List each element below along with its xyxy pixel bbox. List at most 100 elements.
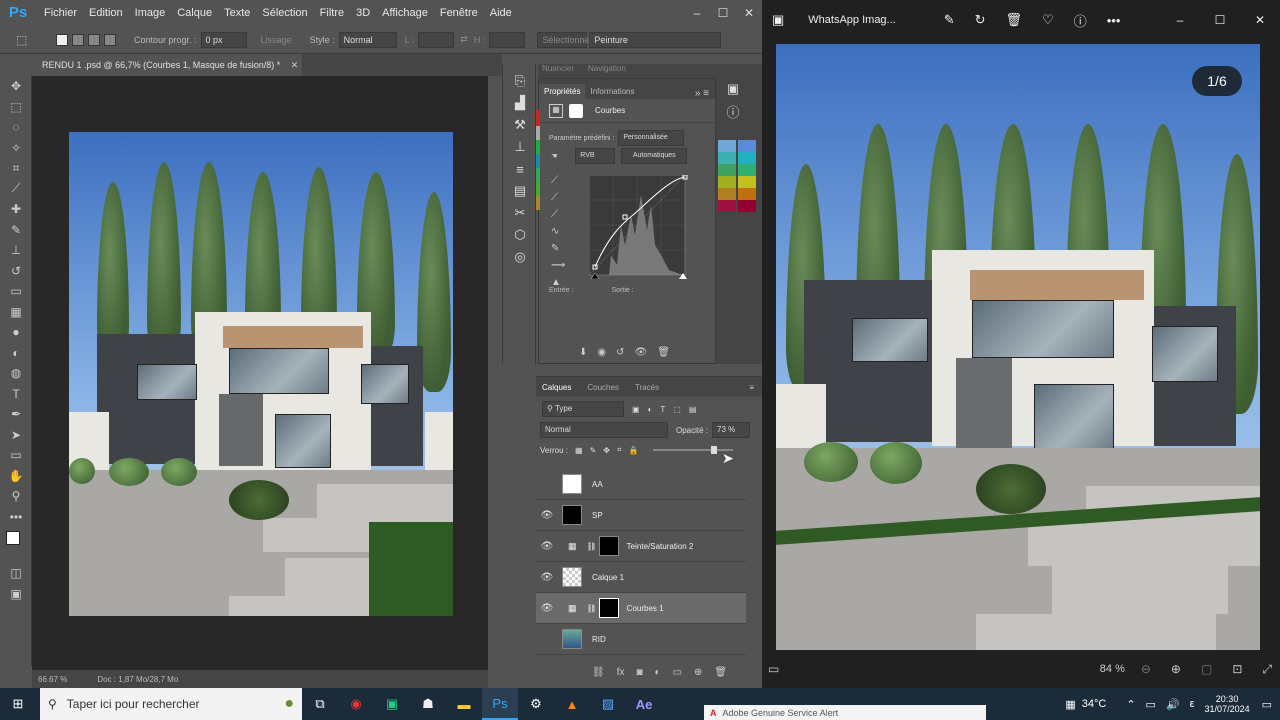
target-adjust-icon[interactable]: ☚: [551, 152, 557, 160]
fx-icon[interactable]: fx: [617, 667, 625, 678]
white-point-eyedropper-icon[interactable]: ⟋: [551, 209, 565, 220]
height-input[interactable]: [489, 31, 526, 48]
info-icon[interactable]: ⓘ: [1074, 11, 1087, 30]
filter-adjust-icon[interactable]: ◐: [648, 405, 653, 414]
sponge-icon[interactable]: ◍: [0, 363, 32, 384]
zoom-out-icon[interactable]: ⊖: [1141, 662, 1151, 676]
foreground-color[interactable]: [6, 531, 20, 545]
add-mask-icon[interactable]: ◙: [636, 667, 642, 678]
paragraph-icon[interactable]: ≡: [503, 158, 537, 180]
swatch-yellow[interactable]: [738, 176, 756, 188]
add-selection-icon[interactable]: [72, 33, 84, 46]
layer-name[interactable]: RID: [592, 635, 606, 644]
layer-row[interactable]: 👁 SP: [536, 500, 746, 531]
layer-name[interactable]: SP: [592, 511, 603, 520]
color-swatches[interactable]: [0, 527, 32, 563]
tab-calques[interactable]: Calques: [542, 383, 571, 392]
style-select[interactable]: Normal: [338, 31, 397, 48]
new-layer-icon[interactable]: ⊕: [694, 667, 702, 678]
clip-to-layer-icon[interactable]: ⬇: [579, 347, 587, 358]
tray-chevron-icon[interactable]: ⌃: [1126, 698, 1135, 711]
crop-icon[interactable]: ⌗: [0, 158, 32, 179]
file-explorer-icon[interactable]: ▬: [446, 688, 482, 720]
screen-mode-icon[interactable]: ▣: [0, 584, 32, 605]
quick-mask-icon[interactable]: ◫: [0, 563, 32, 584]
link-layers-icon[interactable]: ⛓: [592, 667, 605, 678]
mask-icon[interactable]: [569, 103, 583, 118]
link-icon[interactable]: ⛓: [587, 604, 597, 613]
taskbar-search[interactable]: ⚲ Taper ici pour rechercher ●: [40, 688, 302, 720]
mask-thumbnail[interactable]: [598, 598, 619, 618]
workspace-select[interactable]: Peinture: [589, 31, 722, 48]
swatch-teal[interactable]: [718, 152, 736, 164]
menu-filtre[interactable]: Filtre: [320, 7, 344, 19]
layer-row[interactable]: 👁 ▦ ⛓ Teinte/Saturation 2: [536, 531, 746, 562]
layer-row[interactable]: 👁 Calque 1: [536, 562, 746, 593]
tab-proprietes[interactable]: Propriétés: [539, 84, 586, 99]
rectangle-icon[interactable]: ▭: [0, 445, 32, 466]
layer-name[interactable]: Teinte/Saturation 2: [627, 542, 694, 551]
viewer-photo[interactable]: 1/6: [776, 44, 1260, 650]
swatch-crimson[interactable]: [718, 200, 736, 212]
actual-size-icon[interactable]: ⊡: [1232, 662, 1242, 676]
more-tools-icon[interactable]: •••: [0, 507, 32, 528]
settings-icon[interactable]: ⚙: [518, 688, 554, 720]
eye-icon[interactable]: 👁: [536, 541, 558, 552]
zoom-icon[interactable]: ⚲: [0, 486, 32, 507]
maximize-icon[interactable]: ☐: [1200, 13, 1240, 27]
magic-wand-icon[interactable]: ✧: [0, 138, 32, 159]
tab-couches[interactable]: Couches: [587, 383, 619, 392]
pencil-curve-icon[interactable]: ✎: [551, 243, 565, 254]
close-tab-icon[interactable]: ✕: [291, 60, 299, 70]
zoom-in-icon[interactable]: ⊕: [1171, 662, 1181, 676]
close-icon[interactable]: ✕: [736, 6, 762, 20]
layer-filter-select[interactable]: ⚲ Type: [542, 401, 624, 417]
view-previous-icon[interactable]: ◉: [597, 347, 606, 358]
pen-icon[interactable]: ✒: [0, 404, 32, 425]
photoshop-taskbar-icon[interactable]: Ps: [482, 688, 518, 720]
layers-menu-icon[interactable]: ≡: [749, 383, 754, 392]
chrome-icon[interactable]: ◉: [338, 688, 374, 720]
minimize-icon[interactable]: –: [1160, 13, 1200, 27]
brush-icon[interactable]: ✎: [0, 220, 32, 241]
after-effects-icon[interactable]: Ae: [626, 688, 662, 720]
delete-adjustment-icon[interactable]: 🗑: [657, 347, 670, 358]
channel-select[interactable]: RVB: [575, 148, 616, 164]
tab-navigation[interactable]: Navigation: [588, 64, 626, 78]
document-image[interactable]: [69, 132, 453, 616]
clock[interactable]: 20:30 31/07/2024: [1205, 694, 1250, 714]
lock-transparent-icon[interactable]: ▦: [575, 446, 583, 455]
swatch-olive[interactable]: [718, 176, 736, 188]
new-selection-icon[interactable]: [56, 33, 68, 46]
history-panel-icon[interactable]: ⎘: [503, 70, 537, 92]
eraser-icon[interactable]: ▭: [0, 281, 32, 302]
swatch-green[interactable]: [718, 164, 736, 176]
libraries-icon[interactable]: ◎: [503, 246, 537, 268]
select-mask-button[interactable]: Sélectionner: [537, 31, 592, 48]
clone-source-icon[interactable]: ⊥: [503, 136, 537, 158]
smooth-curve-icon[interactable]: ⟿: [551, 260, 565, 271]
blur-icon[interactable]: ●: [0, 322, 32, 343]
tools-preset-icon[interactable]: ✂: [503, 202, 537, 224]
rotate-icon[interactable]: ↻: [975, 12, 986, 28]
lock-position-icon[interactable]: ✥: [603, 446, 610, 455]
menu-calque[interactable]: Calque: [177, 7, 212, 19]
swatch-blue[interactable]: [718, 140, 736, 152]
layer-name[interactable]: Calque 1: [592, 573, 624, 582]
histogram-icon[interactable]: ▟: [503, 92, 537, 114]
reset-icon[interactable]: ↺: [616, 347, 624, 358]
dodge-icon[interactable]: ◐: [0, 343, 32, 364]
document-canvas-area[interactable]: [32, 76, 488, 670]
new-group-icon[interactable]: ▭: [673, 667, 682, 678]
menu-fenetre[interactable]: Fenêtre: [440, 7, 478, 19]
brush-panel-icon[interactable]: ⚒: [503, 114, 537, 136]
tab-traces[interactable]: Tracés: [635, 383, 659, 392]
gray-point-eyedropper-icon[interactable]: ⟋: [551, 192, 565, 203]
visibility-icon[interactable]: 👁: [635, 347, 648, 358]
width-input[interactable]: [418, 31, 455, 48]
subtract-selection-icon[interactable]: [88, 33, 100, 46]
tab-informations[interactable]: Informations: [585, 84, 639, 99]
swap-icon[interactable]: ⇄: [460, 34, 468, 45]
menu-affichage[interactable]: Affichage: [382, 7, 428, 19]
character-icon[interactable]: ▤: [503, 180, 537, 202]
